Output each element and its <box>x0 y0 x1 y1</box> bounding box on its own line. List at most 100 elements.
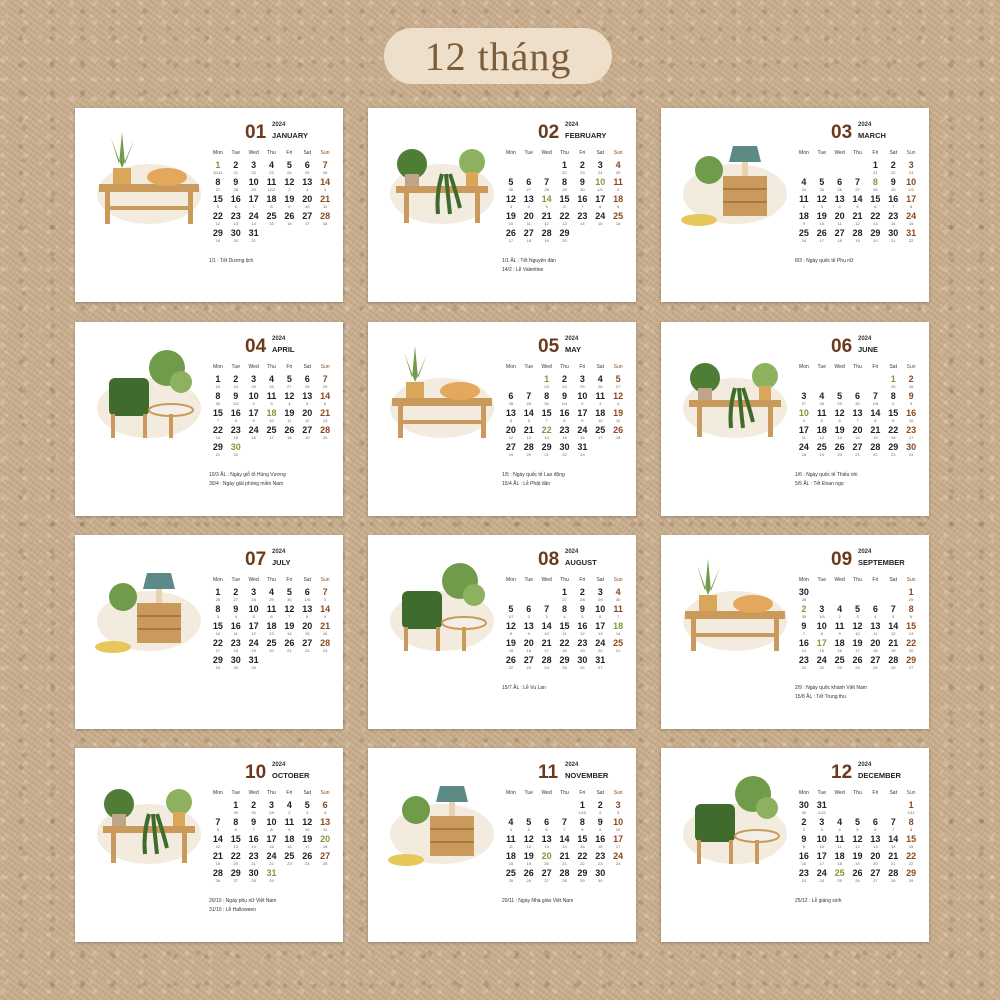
day-cell: 25 21 <box>609 639 627 656</box>
day-number: 9 <box>233 177 239 187</box>
day-number: 10 <box>595 177 606 187</box>
lunar-day: 4 <box>838 827 841 832</box>
day-number: 12 <box>852 834 863 844</box>
lunar-day: 8 <box>909 204 913 209</box>
day-number: 5 <box>286 374 292 384</box>
day-cell: 16 16 <box>591 835 609 852</box>
day-cell: 6 1/6 <box>298 588 316 605</box>
lunar-day: 6 <box>323 401 327 406</box>
day-cell <box>316 869 334 886</box>
day-number: 3 <box>597 587 603 597</box>
lunar-day: 20 <box>269 648 274 653</box>
day-cell <box>591 443 609 460</box>
day-number: 10 <box>613 817 624 827</box>
day-cell: 28 28 <box>884 869 902 886</box>
day-number: 31 <box>816 800 827 810</box>
day-number: 25 <box>266 211 277 221</box>
weekday-label: Wed <box>834 790 845 796</box>
day-cell: 28 28 <box>556 869 574 886</box>
month-illustration <box>675 124 795 234</box>
day-number: 27 <box>523 655 534 665</box>
day-cell: 4 25 <box>609 161 627 178</box>
day-cell: 28 24 <box>538 656 556 673</box>
day-cell: 15 9 <box>884 409 902 426</box>
day-cell: 18 18 <box>502 852 520 869</box>
day-number: 22 <box>559 211 570 221</box>
month-year: 2024 <box>858 762 872 768</box>
day-cell <box>316 656 334 673</box>
lunar-day: 23 <box>580 170 585 175</box>
day-number: 8 <box>561 604 567 614</box>
day-cell: 4 29 <box>263 588 281 605</box>
lunar-day: 16 <box>580 435 585 440</box>
day-number: 19 <box>852 851 863 861</box>
day-number: 30 <box>230 655 241 665</box>
day-cell <box>609 869 627 886</box>
day-cell: 4 28 <box>813 392 831 409</box>
day-number: 21 <box>888 851 899 861</box>
week-row: 12 8 13 9 14 10 15 11 16 12 17 13 18 14 <box>502 622 627 639</box>
lunar-day: 11 <box>322 204 328 209</box>
lunar-day: 13 <box>233 844 238 849</box>
lunar-day: 10 <box>908 418 914 423</box>
day-number: 28 <box>888 655 899 665</box>
day-number: 2 <box>908 374 914 384</box>
week-row: 29 21 30 22 <box>209 443 334 460</box>
day-number: 14 <box>888 621 899 631</box>
day-cell: 13 9 <box>520 622 538 639</box>
day-cell: 19 9 <box>280 195 298 212</box>
day-cell: 23 21 <box>245 852 263 869</box>
day-cell: 17 13 <box>591 622 609 639</box>
day-number: 29 <box>870 228 881 238</box>
lunar-day: 8 <box>820 631 823 636</box>
lunar-day: 25 <box>233 665 238 670</box>
day-number: 28 <box>212 868 223 878</box>
day-number: 19 <box>284 194 295 204</box>
day-cell: 5 24 <box>280 161 298 178</box>
day-cell: 24 22 <box>263 852 281 869</box>
day-cell: 14 9 <box>316 605 334 622</box>
month-calendar-grid: Mon Tue Wed Thu Fri Sat Sun 30 30 31 1/12 1 1/11 2 2 3 3… <box>795 790 920 886</box>
weekday-label: Wed <box>541 150 552 156</box>
lunar-day: 9 <box>802 844 806 849</box>
weekday-label: Wed <box>541 790 552 796</box>
day-number: 1 <box>233 800 239 810</box>
day-number: 4 <box>819 391 825 401</box>
lunar-day: 14 <box>890 844 896 849</box>
day-cell: 11 9 <box>831 622 849 639</box>
lunar-day: 1/10 <box>578 810 587 815</box>
holiday-note: 10/3 ÂL : Ngày giỗ tổ Hùng Vương <box>209 472 286 478</box>
lunar-day: 24 <box>562 384 567 389</box>
month-calendar-grid: Mon Tue Wed Thu Fri Sat Sun 1 20/11 2 21 3 22 4 23 5 24 6… <box>209 150 334 246</box>
day-cell <box>866 375 884 392</box>
day-number: 18 <box>798 211 809 221</box>
lunar-day: 8 <box>270 204 273 209</box>
day-number: 27 <box>541 868 552 878</box>
lunar-day: 6 <box>599 614 602 619</box>
lunar-day: 25 <box>562 665 567 670</box>
day-number: 26 <box>284 211 295 221</box>
day-number: 11 <box>266 177 277 187</box>
month-name: JANUARY <box>272 131 308 140</box>
lunar-day: 2 <box>323 597 327 602</box>
week-row: 25 16 26 17 27 18 28 19 29 20 30 21 31 22 <box>795 229 920 246</box>
holiday-notes: 20/11 : Ngày Nhà giáo Việt Nam <box>502 898 632 907</box>
lunar-day: 4 <box>802 418 806 423</box>
lunar-day: 10 <box>819 221 824 226</box>
day-cell: 17 17 <box>813 852 831 869</box>
day-cell: 30 21 <box>884 229 902 246</box>
day-number: 25 <box>266 638 277 648</box>
week-row: 22334455667788 <box>795 818 920 835</box>
lunar-day: 24 <box>215 665 221 670</box>
day-number: 10 <box>248 177 259 187</box>
day-number: 22 <box>577 851 588 861</box>
day-cell: 20 12 <box>298 409 316 426</box>
day-cell: 3 1/8 <box>813 605 831 622</box>
lunar-day: 10 <box>508 221 514 226</box>
day-number: 30 <box>230 442 241 452</box>
day-number: 21 <box>541 638 552 648</box>
weekday-label: Tue <box>817 577 826 583</box>
lunar-day: 20 <box>322 435 328 440</box>
day-cell: 6 25 <box>298 161 316 178</box>
month-name: JULY <box>272 558 291 567</box>
